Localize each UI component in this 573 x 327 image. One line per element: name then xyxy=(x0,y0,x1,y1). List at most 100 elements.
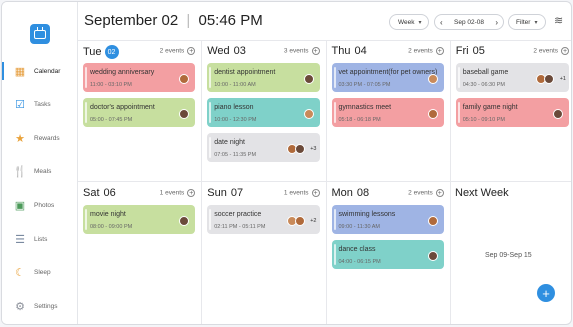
main-area: September 02 | 05:46 PM Week ▾ ‹ Sep 02-… xyxy=(78,2,571,324)
sidebar-item-rewards[interactable]: ★ Rewards xyxy=(2,125,77,151)
event-count: 3 events + xyxy=(284,47,320,55)
event-card[interactable]: dentist appointment 10:00 - 11:00 AM xyxy=(207,63,320,92)
day-number: 08 xyxy=(356,187,370,199)
event-card[interactable]: swimming lessons 09:00 - 11:30 AM xyxy=(331,205,444,234)
current-date: September 02 xyxy=(84,12,179,29)
sidebar-item-label: Calendar xyxy=(34,67,61,75)
day-cell-wed[interactable]: Wed 03 3 events + dentist appointment 10:00 -… xyxy=(202,40,327,182)
plus-icon: + xyxy=(542,285,550,301)
avatar xyxy=(303,74,314,84)
moon-icon: ☾ xyxy=(15,267,25,280)
event-card[interactable]: family game night 05:10 - 09:10 PM xyxy=(455,98,569,127)
event-count-label: 3 events xyxy=(283,47,309,55)
day-number: 05 xyxy=(472,45,485,57)
event-count-label: 2 events xyxy=(533,47,558,55)
event-count-label: 2 events xyxy=(408,47,433,55)
more-attendees-count: +2 xyxy=(310,218,317,224)
add-event-icon[interactable]: + xyxy=(187,47,196,55)
day-label: Fri xyxy=(455,45,469,57)
event-title: dentist appointment xyxy=(214,69,276,76)
wifi-icon: ≋ xyxy=(554,15,564,27)
day-header: Sat 06 1 events + xyxy=(83,186,196,202)
day-name: Sat 06 xyxy=(83,187,116,199)
event-count: 2 events + xyxy=(408,47,444,55)
avatar xyxy=(427,74,438,84)
photos-icon: ▣ xyxy=(14,199,26,212)
day-label: Thu xyxy=(331,45,351,57)
event-card[interactable]: vet appointment(for pet owners) 03:30 PM … xyxy=(331,63,444,92)
utensils-icon: 🍴 xyxy=(13,166,27,179)
add-event-button[interactable]: + xyxy=(537,284,555,302)
view-select[interactable]: Week ▾ xyxy=(389,14,429,30)
event-count-label: 2 events xyxy=(159,47,185,55)
day-header: Thu 04 2 events + xyxy=(332,44,444,60)
add-event-icon[interactable]: + xyxy=(311,189,320,197)
day-cell-sat[interactable]: Sat 06 1 events + movie night 08:00 - 09:00 P… xyxy=(78,182,203,324)
event-card[interactable]: movie night 08:00 - 09:00 PM xyxy=(83,205,196,234)
app-window: ▦ Calendar ☑ Tasks ★ Rewards 🍴 Meals ▣ Photos ☰ Lis… xyxy=(1,1,572,325)
add-event-icon[interactable]: + xyxy=(311,47,320,55)
event-time: 09:00 - 11:30 AM xyxy=(338,224,380,230)
avatar xyxy=(303,109,314,119)
avatar xyxy=(179,109,190,119)
event-time: 08:00 - 09:00 PM xyxy=(90,224,133,230)
day-cell-mon[interactable]: Mon 08 2 events + swimming lessons 09:00 - 11… xyxy=(327,182,451,324)
calendar-icon: ▦ xyxy=(14,65,26,78)
event-title: doctor's appointment xyxy=(90,104,155,111)
sidebar-item-sleep[interactable]: ☾ Sleep xyxy=(2,260,77,286)
event-time: 07:05 - 11:35 PM xyxy=(214,152,257,158)
sidebar-item-label: Tasks xyxy=(34,101,51,109)
event-title: family game night xyxy=(462,104,518,111)
more-attendees-count: +1 xyxy=(559,76,566,82)
add-event-icon[interactable]: + xyxy=(435,47,444,55)
next-week-cell[interactable]: Next Week Sep 09-Sep 15 + xyxy=(450,182,571,324)
event-card[interactable]: baseball game 04:30 - 06:30 PM +1 xyxy=(455,63,569,92)
event-count: 2 events + xyxy=(533,47,569,55)
day-cell-fri[interactable]: Fri 05 2 events + baseball game 04:30 - 06:30… xyxy=(450,40,571,182)
avatar xyxy=(179,74,190,84)
event-card[interactable]: piano lesson 10:00 - 12:30 PM xyxy=(207,98,320,127)
event-card[interactable]: gymnastics meet 05:18 - 06:18 PM xyxy=(331,98,444,127)
event-title: baseball game xyxy=(462,69,509,76)
event-card[interactable]: doctor's appointment 05:00 - 07:45 PM xyxy=(83,98,196,127)
day-header: Sun 07 1 events + xyxy=(207,186,320,202)
sidebar-item-label: Settings xyxy=(34,302,58,310)
sidebar-item-settings[interactable]: ⚙ Settings xyxy=(2,293,77,319)
view-label: Week xyxy=(398,18,415,26)
event-card[interactable]: wedding anniversary 11:00 - 03:10 PM xyxy=(83,63,196,92)
event-time: 03:30 PM - 07:05 PM xyxy=(338,82,391,88)
avatar xyxy=(427,109,438,119)
day-name: Sun 07 xyxy=(207,187,243,199)
day-label: Wed xyxy=(207,45,230,57)
event-card[interactable]: date night 07:05 - 11:35 PM +3 xyxy=(207,133,320,162)
prev-week-button[interactable]: ‹ xyxy=(440,18,443,27)
event-card[interactable]: dance class 04:00 - 06:15 PM xyxy=(331,240,444,269)
event-title: gymnastics meet xyxy=(338,104,392,111)
next-week-button[interactable]: › xyxy=(495,18,498,27)
sidebar-item-calendar[interactable]: ▦ Calendar xyxy=(2,58,77,84)
add-event-icon[interactable]: + xyxy=(435,189,444,197)
date-range-nav: ‹ Sep 02-08 › xyxy=(434,14,504,30)
sidebar-item-meals[interactable]: 🍴 Meals xyxy=(2,159,77,185)
sidebar-item-photos[interactable]: ▣ Photos xyxy=(2,192,77,218)
avatar xyxy=(179,216,190,226)
sidebar-item-tasks[interactable]: ☑ Tasks xyxy=(2,92,77,118)
event-time: 04:30 - 06:30 PM xyxy=(462,82,505,88)
day-name: Mon 08 xyxy=(332,187,370,199)
sidebar-item-lists[interactable]: ☰ Lists xyxy=(2,226,77,252)
event-count: 2 events + xyxy=(160,47,196,55)
event-card[interactable]: soccer practice 02:11 PM - 05:11 PM +2 xyxy=(207,205,320,234)
add-event-icon[interactable]: + xyxy=(561,47,569,55)
day-name: Thu 04 xyxy=(332,45,367,57)
day-cell-tue[interactable]: Tue 02 2 events + wedding anniversary 11:00 -… xyxy=(78,40,203,182)
filter-button[interactable]: Filter ▾ xyxy=(508,14,546,30)
add-event-icon[interactable]: + xyxy=(187,189,196,197)
avatar xyxy=(544,74,554,84)
day-number: 04 xyxy=(354,45,367,57)
day-header: Fri 05 2 events + xyxy=(456,44,569,60)
chevron-down-icon: ▾ xyxy=(418,19,422,26)
event-time: 05:10 - 09:10 PM xyxy=(462,117,505,123)
day-cell-thu[interactable]: Thu 04 2 events + vet appointment(for pet ow… xyxy=(326,40,451,182)
day-cell-sun[interactable]: Sun 07 1 events + soccer practice 02:11 PM - … xyxy=(202,182,327,324)
star-icon: ★ xyxy=(15,132,25,145)
